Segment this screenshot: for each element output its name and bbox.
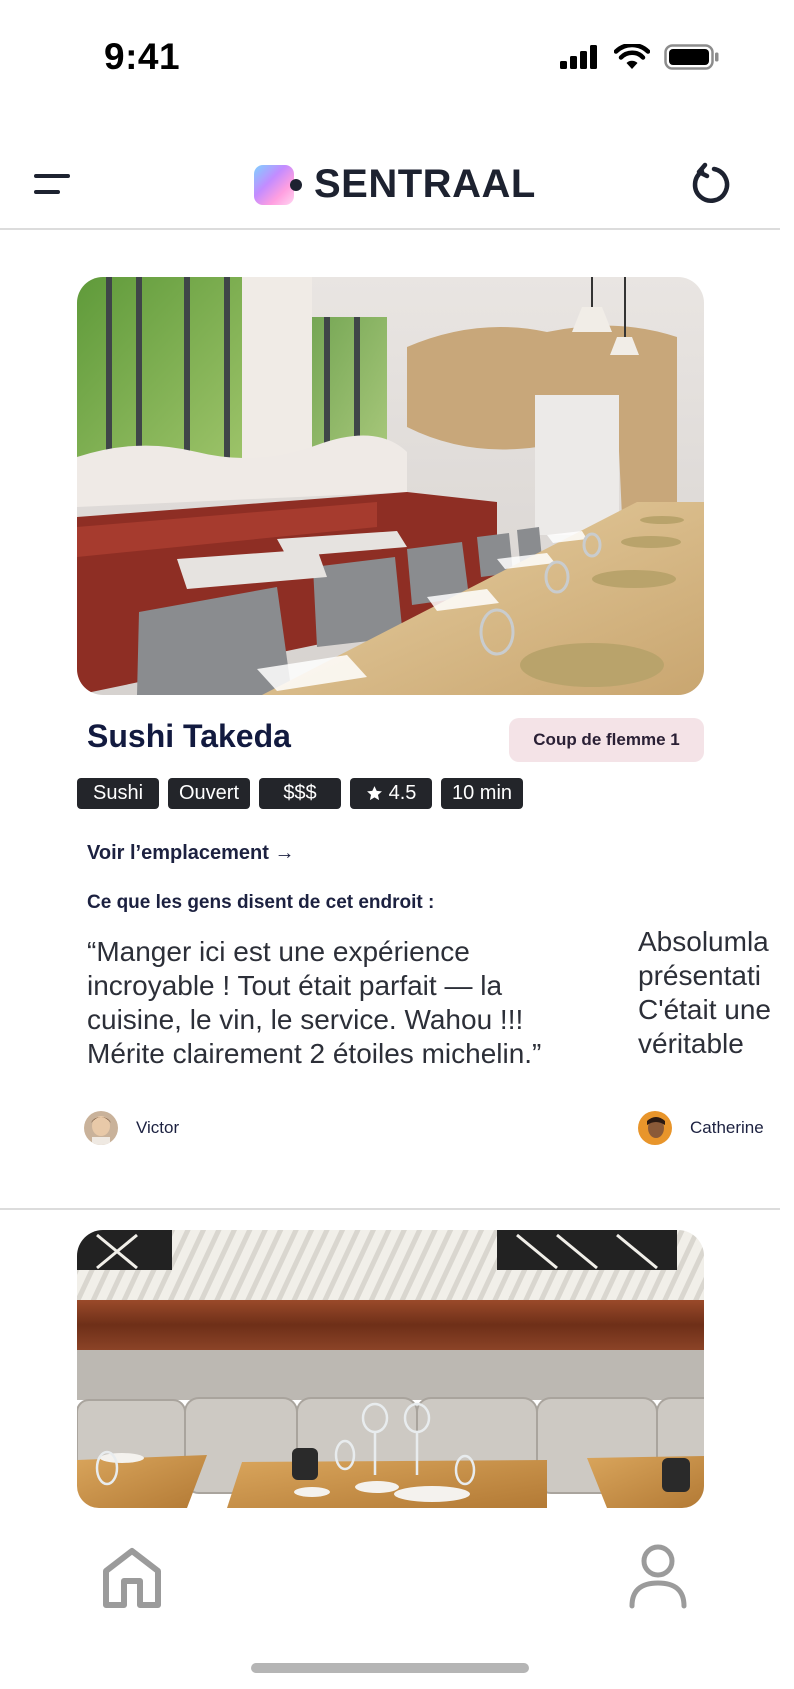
review-peek-line: Absolumla	[638, 926, 769, 957]
home-indicator[interactable]	[251, 1663, 529, 1673]
tag-cuisine: Sushi	[77, 778, 159, 809]
wifi-icon	[614, 44, 650, 69]
avatar	[84, 1111, 118, 1145]
tag-open-status: Ouvert	[168, 778, 250, 809]
restaurant-interior-image	[77, 277, 704, 695]
status-bar: 9:41	[0, 0, 794, 120]
tab-bar	[0, 1515, 794, 1689]
status-icons	[560, 44, 720, 70]
restaurant-name: Sushi Takeda	[87, 718, 291, 754]
review-text-peek[interactable]: Absolumla présentati C'était une véritab…	[638, 925, 780, 1061]
menu-icon-line-bottom	[34, 190, 60, 194]
home-icon[interactable]	[100, 1545, 164, 1609]
app-logo: SENTRAAL	[254, 162, 536, 207]
refresh-icon[interactable]	[688, 162, 732, 206]
battery-icon	[664, 44, 719, 70]
tag-open-status-label: Ouvert	[178, 782, 240, 804]
app-title: SENTRAAL	[314, 162, 536, 206]
tag-rating: 4.5	[350, 778, 432, 809]
reviewer: Victor	[84, 1111, 179, 1145]
status-badge: Coup de flemme 1	[509, 718, 704, 762]
status-time: 9:41	[104, 36, 181, 77]
menu-icon-line-top	[34, 174, 70, 178]
menu-button[interactable]	[30, 166, 74, 202]
reviewer-name: Victor	[136, 1118, 180, 1137]
tag-price-label: $$$	[283, 782, 317, 804]
tag-distance-label: 10 min	[451, 782, 513, 804]
tag-cuisine-label: Sushi	[92, 782, 144, 804]
star-icon	[366, 786, 382, 801]
profile-icon[interactable]	[628, 1543, 688, 1609]
logo-dot	[290, 178, 302, 191]
tag-distance: 10 min	[441, 778, 523, 809]
avatar	[638, 1111, 672, 1145]
view-location-link[interactable]: Voir l’emplacement →	[87, 842, 294, 865]
review-text: “Manger ici est une expérience incroyabl…	[87, 936, 542, 1069]
cellular-signal-icon	[560, 45, 597, 69]
reviews-heading: Ce que les gens disent de cet endroit :	[87, 892, 435, 913]
tag-price: $$$	[259, 778, 341, 809]
tag-rating-label: 4.5	[388, 782, 417, 804]
restaurant-interior-image	[77, 1230, 704, 1508]
restaurant-photo[interactable]	[77, 1230, 704, 1508]
restaurant-tags: Sushi Ouvert $$$ 4.5 10 min	[77, 778, 523, 809]
review-peek-line: véritable	[638, 1028, 744, 1059]
restaurant-photo[interactable]	[77, 277, 704, 695]
reviewer-name: Catherine	[690, 1118, 764, 1137]
review-peek-line: présentati	[638, 960, 761, 991]
logo-icon	[254, 164, 302, 205]
review-peek-line: C'était une	[638, 994, 771, 1025]
card-divider	[0, 1208, 780, 1210]
app-header: SENTRAAL	[0, 140, 780, 230]
reviewer: Catherine	[638, 1111, 764, 1145]
